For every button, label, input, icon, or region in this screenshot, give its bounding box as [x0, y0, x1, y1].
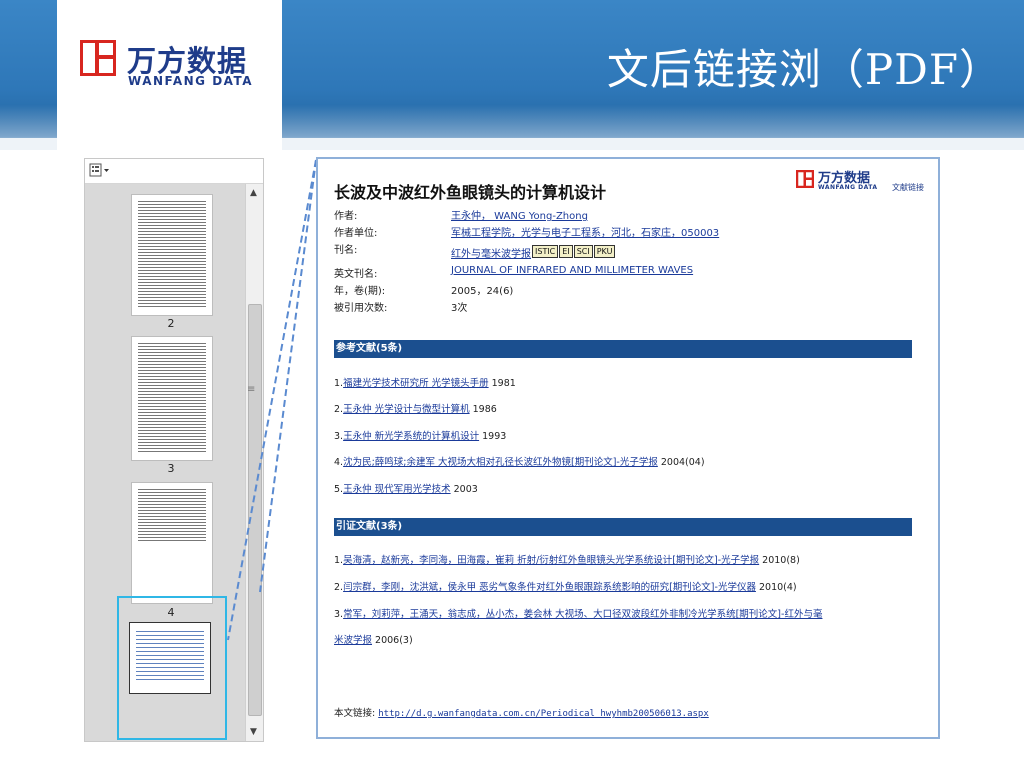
- meta-english-journal: 英文刊名: JOURNAL OF INFRARED AND MILLIMETER…: [334, 265, 693, 280]
- meta-label: 刊名:: [334, 245, 358, 256]
- doc-logo-text-en: WANFANG DATA: [818, 184, 878, 191]
- citation-link[interactable]: 常军，刘莉萍，王涌天，翁志成，丛小杰，姜会林 大视场、大口径双波段红外非制冷光学…: [343, 609, 822, 620]
- citation-link[interactable]: 米波学报: [334, 635, 372, 646]
- reference-link[interactable]: 王永仲 光学设计与微型计算机: [343, 404, 470, 415]
- meta-label: 年，卷(期):: [334, 286, 386, 297]
- badge: PKU: [593, 245, 616, 258]
- logo-text-en: WANFANG DATA: [128, 74, 254, 88]
- reference-item: 5.王永仲 现代军用光学技术 2003: [334, 484, 478, 495]
- meta-journal: 刊名: 红外与毫米波学报 ISTIC EI SCI PKU: [334, 241, 616, 260]
- reference-item: 3.王永仲 新光学系统的计算机设计 1993: [334, 431, 507, 442]
- meta-value[interactable]: 王永仲， WANG Yong-Zhong: [451, 207, 588, 222]
- meta-value[interactable]: 军械工程学院，光学与电子工程系，河北，石家庄，050003: [451, 224, 719, 239]
- citation-item: 1.吴海清，赵新亮，李同海，田海霞，崔莉 折射/衍射红外鱼眼镜头光学系统设计[期…: [334, 555, 800, 566]
- reference-link[interactable]: 沈为民;薛鸣球;余建军 大视场大相对孔径长波红外物镜[期刊论文]-光子学报: [343, 457, 658, 468]
- meta-label: 英文刊名:: [334, 269, 378, 280]
- citation-item: 3.常军，刘莉萍，王涌天，翁志成，丛小杰，姜会林 大视场、大口径双波段红外非制冷…: [334, 609, 823, 620]
- meta-author: 作者: 王永仲， WANG Yong-Zhong: [334, 207, 588, 222]
- meta-value: 红外与毫米波学报 ISTIC EI SCI PKU: [451, 245, 616, 260]
- thumbnail-label: 2: [167, 317, 175, 330]
- badge: SCI: [573, 245, 593, 258]
- reference-item: 2.王永仲 光学设计与微型计算机 1986: [334, 404, 497, 415]
- wanfang-logo-icon: [796, 170, 814, 188]
- thumbnail-scrollbar[interactable]: ▲ ≡ ▼: [245, 184, 263, 741]
- meta-year-volume: 年，卷(期): 2005，24(6): [334, 282, 513, 297]
- scrollbar-thumb[interactable]: [248, 304, 262, 716]
- badge: EI: [559, 245, 573, 258]
- meta-cited-count: 被引用次数: 3次: [334, 299, 467, 314]
- thumbnail-label: 3: [167, 462, 175, 475]
- wanfang-logo-icon: [80, 40, 116, 76]
- reference-item: 1.福建光学技术研究所 光学镜头手册 1981: [334, 378, 516, 389]
- reference-item: 4.沈为民;薛鸣球;余建军 大视场大相对孔径长波红外物镜[期刊论文]-光子学报 …: [334, 457, 705, 468]
- badge: ISTIC: [532, 245, 559, 258]
- wanfang-logo: 万方数据 WANFANG DATA: [57, 0, 282, 150]
- slide-title: 文后链接浏（PDF）: [606, 45, 1002, 94]
- pdf-page-view: 长波及中波红外鱼眼镜头的计算机设计 万方数据 WANFANG DATA 文献链接…: [316, 157, 940, 739]
- reference-link[interactable]: 王永仲 现代军用光学技术: [343, 484, 451, 495]
- meta-label: 被引用次数:: [334, 303, 388, 314]
- thumbnail-options-icon[interactable]: [89, 163, 111, 179]
- meta-value: 2005，24(6): [451, 286, 514, 297]
- meta-label: 作者:: [334, 211, 358, 222]
- thumbnail-list[interactable]: 2 3 4: [85, 184, 245, 741]
- journal-link[interactable]: 红外与毫米波学报: [451, 249, 531, 260]
- references-header: 参考文献(5条): [334, 340, 912, 358]
- doc-logo-link-text: 文献链接: [892, 183, 924, 192]
- page-thumbnail-5[interactable]: [129, 622, 211, 694]
- citation-item-continued: 米波学报 2006(3): [334, 635, 413, 646]
- meta-value[interactable]: JOURNAL OF INFRARED AND MILLIMETER WAVES: [451, 265, 693, 276]
- citations-header: 引证文献(3条): [334, 518, 912, 536]
- meta-label: 作者单位:: [334, 228, 378, 239]
- permalink-url[interactable]: http://d.g.wanfangdata.com.cn/Periodical…: [378, 709, 709, 719]
- scroll-down-icon[interactable]: ▼: [250, 727, 257, 737]
- citation-item: 2.闫宗群，李刚，沈洪斌，侯永甲 恶劣气象条件对红外鱼眼跟踪系统影响的研究[期刊…: [334, 582, 797, 593]
- page-thumbnail-4[interactable]: [131, 482, 213, 604]
- meta-value: 3次: [451, 303, 468, 314]
- article-title: 长波及中波红外鱼眼镜头的计算机设计: [334, 183, 607, 202]
- citation-link[interactable]: 闫宗群，李刚，沈洪斌，侯永甲 恶劣气象条件对红外鱼眼跟踪系统影响的研究[期刊论文…: [343, 582, 756, 593]
- permalink-label: 本文链接:: [334, 708, 376, 719]
- thumbnail-toolbar: [85, 159, 263, 184]
- reference-link[interactable]: 王永仲 新光学系统的计算机设计: [343, 431, 479, 442]
- page-thumbnail-3[interactable]: [131, 336, 213, 461]
- meta-affiliation: 作者单位: 军械工程学院，光学与电子工程系，河北，石家庄，050003: [334, 224, 719, 239]
- grip-icon: ≡: [247, 384, 256, 395]
- page-thumbnail-2[interactable]: [131, 194, 213, 316]
- citation-link[interactable]: 吴海清，赵新亮，李同海，田海霞，崔莉 折射/衍射红外鱼眼镜头光学系统设计[期刊论…: [343, 555, 759, 566]
- reference-link[interactable]: 福建光学技术研究所 光学镜头手册: [343, 378, 489, 389]
- scroll-up-icon[interactable]: ▲: [250, 188, 257, 198]
- article-permalink: 本文链接: http://d.g.wanfangdata.com.cn/Peri…: [334, 705, 709, 719]
- thumbnail-panel: 2 3 4 ▲ ≡ ▼: [84, 158, 264, 742]
